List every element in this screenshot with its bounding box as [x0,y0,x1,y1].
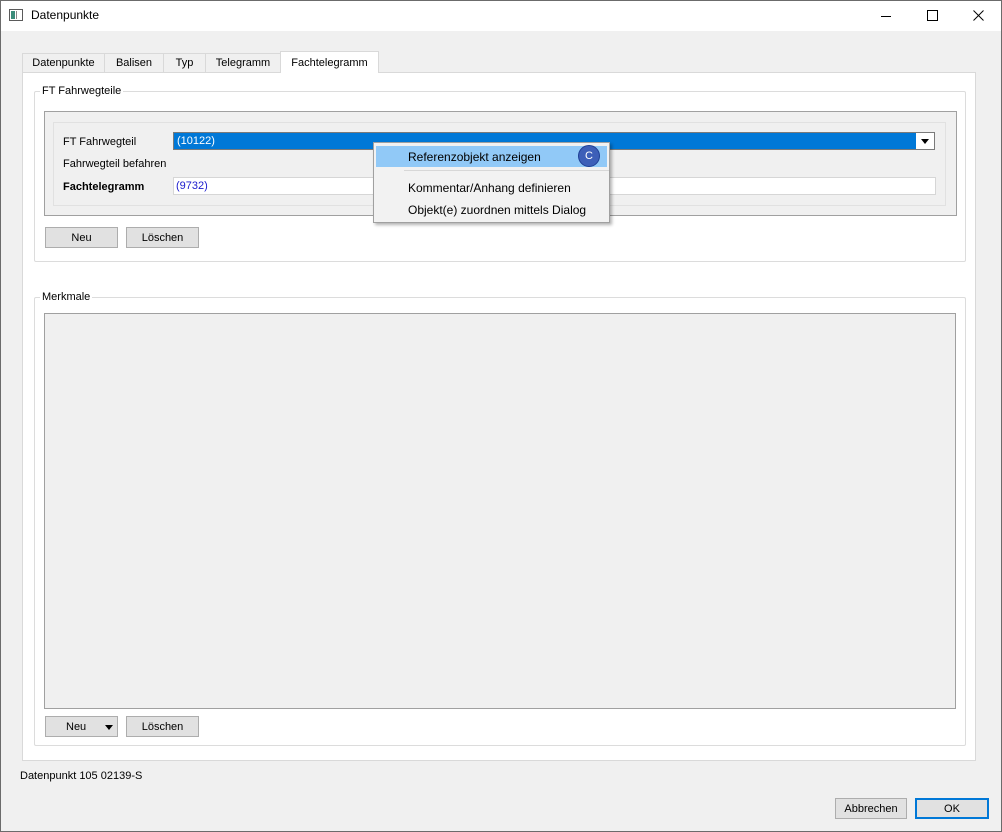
fahrwegteil-label: FT Fahrwegteil [63,136,137,148]
minimize-button[interactable] [863,0,909,31]
merkmale-group-title: Merkmale [40,291,93,303]
ft-fahrwegteile-group-title: FT Fahrwegteile [40,85,124,97]
menu-item-objekt-zuordnen[interactable]: Objekt(e) zuordnen mittels Dialog [376,199,607,220]
ft-new-button-label: Neu [71,231,92,244]
status-text: Datenpunkt 105 02139-S [20,770,143,782]
merkmale-delete-button-label: Löschen [141,720,184,733]
merkmale-content-area[interactable] [44,313,956,709]
menu-item-label: Kommentar/Anhang definieren [408,180,571,195]
ft-delete-button-label: Löschen [141,231,184,244]
tab-telegramm[interactable]: Telegramm [205,53,281,72]
minimize-icon [881,15,891,17]
cancel-button[interactable]: Abbrechen [835,798,907,819]
menu-item-label: Objekt(e) zuordnen mittels Dialog [408,202,587,217]
menu-item-kommentar-anhang[interactable]: Kommentar/Anhang definieren [376,177,607,198]
tab-datenpunkte[interactable]: Datenpunkte [22,53,105,72]
close-icon [972,10,984,21]
chevron-down-icon [105,725,113,730]
chevron-down-icon [921,138,929,144]
merkmale-new-button[interactable]: Neu [45,716,118,737]
title-bar [0,0,1002,31]
ok-button[interactable]: OK [915,798,989,819]
merkmale-delete-button[interactable]: Löschen [126,716,199,737]
window-title: Datenpunkte [31,8,100,22]
tab-label: Typ [175,57,194,69]
fachtelegramm-value: (9732) [176,180,208,192]
fahrwegteil-value: (10122) [177,135,215,147]
tab-label: Balisen [115,57,153,69]
menu-item-referenzobjekt-anzeigen[interactable]: Referenzobjekt anzeigen [376,146,607,167]
ok-button-label: OK [944,802,960,815]
menu-separator [404,170,609,171]
app-window-icon [9,9,23,21]
menu-item-label: Referenzobjekt anzeigen [408,149,541,164]
combobox-dropdown-button[interactable] [916,133,934,149]
context-menu: Referenzobjekt anzeigen Kommentar/Anhang… [373,142,610,223]
tab-balisen[interactable]: Balisen [104,53,164,72]
tab-typ[interactable]: Typ [163,53,206,72]
tab-label: Fachtelegramm [291,56,368,69]
close-button[interactable] [955,0,1001,31]
ft-new-button[interactable]: Neu [45,227,118,248]
cancel-button-label: Abbrechen [844,802,898,815]
ft-delete-button[interactable]: Löschen [126,227,199,248]
maximize-icon [926,10,938,21]
maximize-button[interactable] [909,0,955,31]
fahrwegteil-befahren-label: Fahrwegteil befahren [63,158,167,170]
tab-label: Telegramm [215,57,271,69]
tab-fachtelegramm[interactable]: Fachtelegramm [280,51,379,73]
merkmale-new-button-label: Neu [66,720,87,733]
fachtelegramm-label: Fachtelegramm [63,181,145,193]
tab-label: Datenpunkte [32,57,95,69]
cursor-badge: C [578,145,600,167]
